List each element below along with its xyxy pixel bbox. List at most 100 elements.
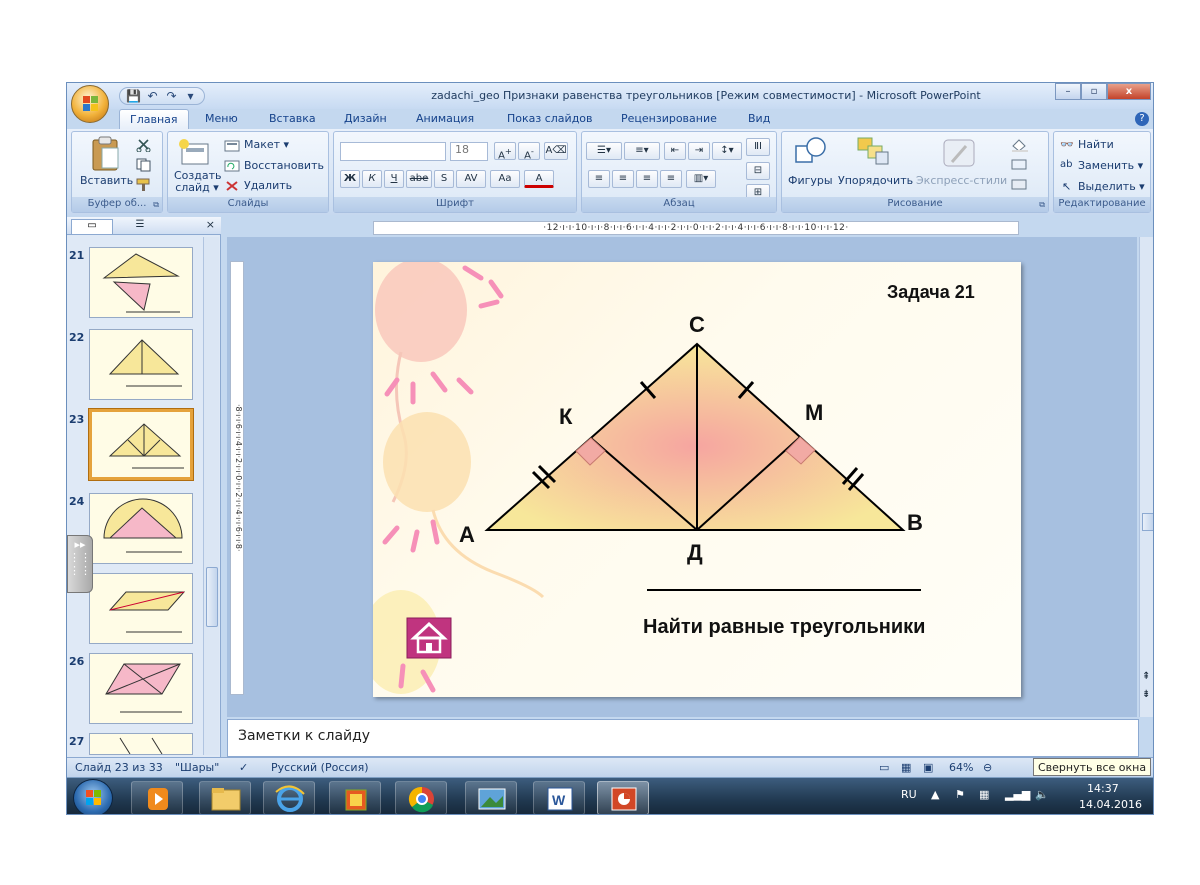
slide-thumbnail-23-selected[interactable] <box>89 409 193 480</box>
tab-animation[interactable]: Анимация <box>416 112 474 125</box>
slide-thumbnail-27[interactable] <box>89 733 193 755</box>
change-case-button[interactable]: Aa <box>490 170 520 188</box>
replace-button[interactable]: Заменить ▾ <box>1078 159 1143 172</box>
tab-slideshow[interactable]: Показ слайдов <box>507 112 593 125</box>
italic-button[interactable]: К <box>362 170 382 188</box>
arrange-icon[interactable] <box>856 136 890 166</box>
zoom-level[interactable]: 64% <box>949 761 973 774</box>
taskbar-photo[interactable] <box>465 781 517 814</box>
slide-thumbnail-26[interactable] <box>89 653 193 724</box>
font-name-combo[interactable] <box>340 142 446 161</box>
line-spacing-button[interactable]: ↕▾ <box>712 142 742 160</box>
find-button[interactable]: Найти <box>1078 138 1114 151</box>
close-button[interactable]: x <box>1107 83 1151 100</box>
bold-button[interactable]: Ж <box>340 170 360 188</box>
home-button[interactable] <box>406 617 452 659</box>
paste-label[interactable]: Вставить <box>80 174 133 187</box>
vertical-ruler[interactable]: ·8·ı·ı·6·ı·ı·4·ı·ı·2·ı·ı·0·ı·ı·2·ı·ı·4·ı… <box>230 261 244 695</box>
increase-indent-button[interactable]: ⇥ <box>688 142 710 160</box>
minimize-button[interactable]: – <box>1055 83 1081 100</box>
paste-icon[interactable] <box>90 136 122 172</box>
shadow-button[interactable]: S <box>434 170 454 188</box>
editor-scrollbar[interactable]: ⇞ ⇟ <box>1139 237 1153 717</box>
slides-tab-icon[interactable]: ▭ <box>71 219 113 234</box>
taskbar-app[interactable] <box>329 781 381 814</box>
slide-thumbnail-21[interactable] <box>89 247 193 318</box>
decrease-indent-button[interactable]: ⇤ <box>664 142 686 160</box>
pane-collapse-handle[interactable]: ▸▸ ⋮⋮ ⋮⋮ <box>67 535 93 593</box>
editor-scroll-thumb[interactable] <box>1142 513 1153 531</box>
spellcheck-icon[interactable]: ✓ <box>239 761 248 774</box>
volume-icon[interactable]: 🔈 <box>1035 788 1049 801</box>
zoom-out-icon[interactable]: ⊖ <box>983 761 992 774</box>
next-slide-icon[interactable]: ⇟ <box>1142 689 1150 700</box>
arrange-label[interactable]: Упорядочить <box>838 174 913 187</box>
align-right-button[interactable]: ≡ <box>636 170 658 188</box>
taskbar-word[interactable]: W <box>533 781 585 814</box>
normal-view-icon[interactable]: ▭ <box>879 761 889 774</box>
scroll-thumb[interactable] <box>206 567 218 627</box>
drawing-launcher-icon[interactable]: ⧉ <box>1039 200 1045 210</box>
align-left-button[interactable]: ≡ <box>588 170 610 188</box>
reset-button[interactable]: Восстановить <box>244 159 324 172</box>
network-icon[interactable]: ▂▄▆ <box>1005 788 1030 801</box>
slide-thumbnail-22[interactable] <box>89 329 193 400</box>
taskbar-ie[interactable] <box>263 781 315 814</box>
layout-button[interactable]: Макет ▾ <box>244 138 289 151</box>
sorter-view-icon[interactable]: ▦ <box>901 761 911 774</box>
grow-font-button[interactable]: A+ <box>494 142 516 161</box>
numbering-button[interactable]: ≡▾ <box>624 142 660 160</box>
text-direction-button[interactable]: ⅡⅠ <box>746 138 770 156</box>
taskbar-chrome[interactable] <box>395 781 447 814</box>
outline-tab-icon[interactable]: ☰ <box>119 219 161 234</box>
horizontal-ruler[interactable]: ·12·ı·ı·10·ı·ı·8·ı·ı·6·ı·ı·4·ı·ı·2·ı·ı·0… <box>373 221 1019 235</box>
slide-canvas[interactable]: Задача 21 С К М А В Д Найти равные треуг… <box>373 262 1021 697</box>
flag-icon[interactable]: ⚑ <box>955 788 965 801</box>
clear-format-button[interactable]: A⌫ <box>544 142 568 160</box>
display-icon[interactable]: ▦ <box>979 788 989 801</box>
columns-button[interactable]: ▥▾ <box>686 170 716 188</box>
tab-design[interactable]: Дизайн <box>344 112 387 125</box>
taskbar-powerpoint[interactable] <box>597 781 649 814</box>
quick-styles-icon[interactable] <box>942 138 976 168</box>
tab-menu[interactable]: Меню <box>205 112 238 125</box>
bullets-button[interactable]: ☰▾ <box>586 142 622 160</box>
help-icon[interactable]: ? <box>1135 112 1149 126</box>
tab-insert[interactable]: Вставка <box>269 112 316 125</box>
slide-thumbnail-24[interactable] <box>89 493 193 564</box>
prev-slide-icon[interactable]: ⇞ <box>1142 671 1150 682</box>
underline-button[interactable]: Ч <box>384 170 404 188</box>
clock-date[interactable]: 14.04.2016 <box>1079 798 1142 811</box>
clock-time[interactable]: 14:37 <box>1087 782 1119 795</box>
maximize-button[interactable]: ▫ <box>1081 83 1107 100</box>
cut-icon[interactable] <box>136 138 152 152</box>
taskbar-media-player[interactable] <box>131 781 183 814</box>
shrink-font-button[interactable]: A- <box>518 142 540 161</box>
shape-fill-icon[interactable] <box>1010 138 1030 152</box>
font-size-combo[interactable]: 18 <box>450 142 488 161</box>
copy-icon[interactable] <box>136 158 152 172</box>
notes-pane[interactable]: Заметки к слайду <box>227 719 1139 757</box>
tab-review[interactable]: Рецензирование <box>621 112 717 125</box>
slide-thumbnail-25[interactable] <box>89 573 193 644</box>
office-button[interactable] <box>71 85 109 123</box>
shape-outline-icon[interactable] <box>1010 158 1030 172</box>
pane-close-icon[interactable]: × <box>206 218 215 231</box>
format-painter-icon[interactable] <box>136 178 152 192</box>
strikethrough-button[interactable]: abe <box>406 170 432 188</box>
quick-styles-label[interactable]: Экспресс-стили <box>916 174 1007 187</box>
shapes-icon[interactable] <box>794 136 828 166</box>
font-color-button[interactable]: A <box>524 170 554 188</box>
align-text-button[interactable]: ⊟ <box>746 162 770 180</box>
new-slide-label[interactable]: Создать слайд ▾ <box>174 170 222 194</box>
tab-home[interactable]: Главная <box>119 109 189 130</box>
select-button[interactable]: Выделить ▾ <box>1078 180 1145 193</box>
shapes-label[interactable]: Фигуры <box>788 174 833 187</box>
slideshow-view-icon[interactable]: ▣ <box>923 761 933 774</box>
tab-view[interactable]: Вид <box>748 112 770 125</box>
dialog-launcher-icon[interactable]: ⧉ <box>153 200 159 210</box>
spacing-button[interactable]: AV <box>456 170 486 188</box>
start-button[interactable] <box>73 779 113 814</box>
justify-button[interactable]: ≡ <box>660 170 682 188</box>
language-indicator[interactable]: Русский (Россия) <box>271 761 369 774</box>
